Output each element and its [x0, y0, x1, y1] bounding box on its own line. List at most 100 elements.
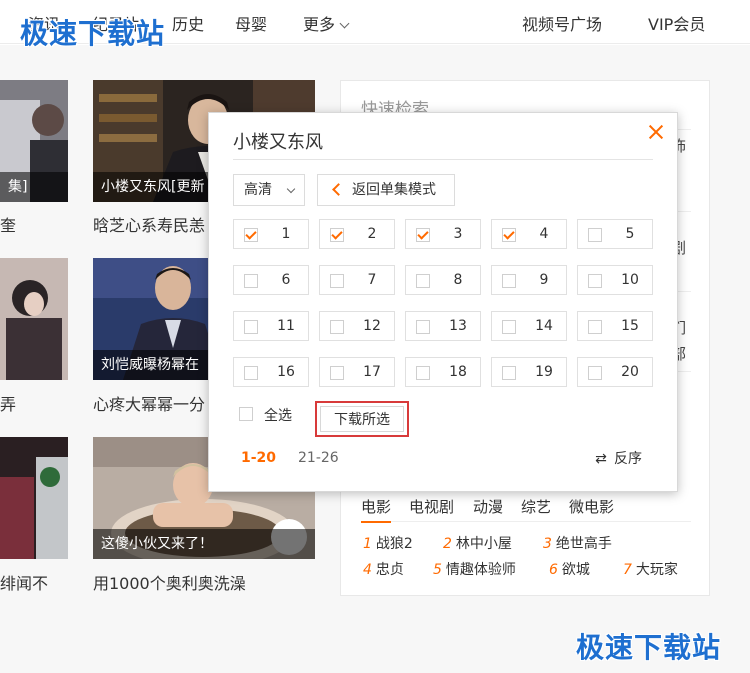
- episode-checkbox[interactable]: [330, 274, 344, 288]
- nav-item-vip[interactable]: VIP会员: [648, 11, 705, 35]
- episode-item[interactable]: 13: [405, 311, 481, 341]
- video-title-2[interactable]: 心疼大幂幂一分: [93, 391, 211, 415]
- episode-item[interactable]: 11: [233, 311, 309, 341]
- tab-variety[interactable]: 综艺: [521, 496, 551, 517]
- episode-checkbox[interactable]: [502, 320, 516, 334]
- episode-number: 13: [449, 318, 467, 334]
- ranking-tabs: 电影 电视剧 动漫 综艺 微电影: [361, 494, 691, 523]
- episode-number: 8: [453, 272, 463, 288]
- left-thumb-1[interactable]: 集]: [0, 80, 68, 202]
- left-thumb-2[interactable]: [0, 258, 68, 380]
- episode-item[interactable]: 6: [233, 265, 309, 295]
- episode-item[interactable]: 12: [319, 311, 395, 341]
- download-selected-button[interactable]: 下载所选: [315, 401, 409, 437]
- episode-checkbox[interactable]: [416, 320, 430, 334]
- episode-item[interactable]: 5: [577, 219, 653, 249]
- episode-checkbox[interactable]: [502, 274, 516, 288]
- episode-item[interactable]: 7: [319, 265, 395, 295]
- episode-checkbox[interactable]: [244, 228, 258, 242]
- rank-item[interactable]: 3 绝世高手: [543, 533, 612, 553]
- episode-item[interactable]: 18: [405, 357, 481, 387]
- episode-item[interactable]: 3: [405, 219, 481, 249]
- episode-checkbox[interactable]: [416, 366, 430, 380]
- episode-checkbox[interactable]: [244, 274, 258, 288]
- episode-checkbox[interactable]: [502, 366, 516, 380]
- chevron-down-icon: [339, 18, 350, 29]
- episode-checkbox[interactable]: [416, 228, 430, 242]
- back-button-label: 返回单集模式: [352, 182, 436, 198]
- nav-item-video-plaza[interactable]: 视频号广场: [522, 11, 602, 35]
- episode-item[interactable]: 19: [491, 357, 567, 387]
- episode-number: 9: [539, 272, 549, 288]
- episode-item[interactable]: 1: [233, 219, 309, 249]
- watermark-logo: 极速下载站: [20, 17, 166, 50]
- video-title-1[interactable]: 晗芝心系寿民恙: [93, 212, 211, 236]
- tab-tv-series[interactable]: 电视剧: [409, 496, 454, 517]
- episode-checkbox[interactable]: [502, 228, 516, 242]
- episode-number: 16: [277, 364, 295, 380]
- episode-item[interactable]: 17: [319, 357, 395, 387]
- episode-checkbox[interactable]: [588, 366, 602, 380]
- download-selected-label: 下载所选: [320, 406, 404, 432]
- nav-item-parenting[interactable]: 母婴: [235, 11, 267, 35]
- left-thumb-1-caption: 集]: [0, 172, 68, 202]
- left-title-2[interactable]: 弄: [0, 391, 68, 415]
- video-title-3[interactable]: 用1000个奥利奥洗澡: [93, 570, 315, 594]
- episode-number: 11: [277, 318, 295, 334]
- rank-item[interactable]: 6 欲城: [549, 559, 590, 579]
- left-title-1[interactable]: 奎: [0, 212, 68, 236]
- tab-anime[interactable]: 动漫: [473, 496, 503, 517]
- chevron-down-icon: [286, 184, 296, 194]
- episode-item[interactable]: 10: [577, 265, 653, 295]
- rank-item[interactable]: 7 大玩家: [623, 559, 678, 579]
- episode-item[interactable]: 4: [491, 219, 567, 249]
- episode-number: 2: [367, 226, 377, 242]
- episode-number: 20: [621, 364, 639, 380]
- episode-item[interactable]: 8: [405, 265, 481, 295]
- episode-number: 3: [453, 226, 463, 242]
- episode-number: 15: [621, 318, 639, 334]
- episode-number: 6: [281, 272, 291, 288]
- episode-number: 14: [535, 318, 553, 334]
- page-range-1-20[interactable]: 1-20: [241, 450, 276, 466]
- episode-item[interactable]: 15: [577, 311, 653, 341]
- episode-number: 4: [539, 226, 549, 242]
- tab-movie[interactable]: 电影: [361, 496, 392, 523]
- tab-micro-film[interactable]: 微电影: [569, 496, 614, 517]
- rank-item[interactable]: 5 情趣体验师: [433, 559, 516, 579]
- rank-item[interactable]: 4 忠贞: [363, 559, 404, 579]
- episode-item[interactable]: 9: [491, 265, 567, 295]
- watermark-logo: 极速下载站: [576, 631, 722, 664]
- quality-select[interactable]: 高清: [233, 174, 305, 206]
- select-all-checkbox[interactable]: [239, 407, 253, 421]
- left-title-3[interactable]: 绯闻不: [0, 570, 68, 594]
- batch-download-dialog: 小楼又东风 高清 返回单集模式 1 2 3 4 5 6 7 8 9 10 11 12 13 14 15 16 1…: [208, 112, 678, 492]
- episode-checkbox[interactable]: [588, 228, 602, 242]
- rank-item[interactable]: 2 林中小屋: [443, 533, 512, 553]
- left-thumb-2-image: [0, 258, 68, 380]
- episode-item[interactable]: 16: [233, 357, 309, 387]
- episode-checkbox[interactable]: [588, 274, 602, 288]
- reverse-order-button[interactable]: ⇄ 反序: [594, 448, 642, 468]
- episode-checkbox[interactable]: [330, 366, 344, 380]
- video-thumb-3-caption: 这傻小伙又来了！: [93, 529, 315, 559]
- nav-item-more[interactable]: 更多: [303, 11, 350, 35]
- episode-checkbox[interactable]: [244, 366, 258, 380]
- episode-item[interactable]: 20: [577, 357, 653, 387]
- episode-item[interactable]: 14: [491, 311, 567, 341]
- nav-item-history[interactable]: 历史: [172, 11, 204, 35]
- episode-checkbox[interactable]: [244, 320, 258, 334]
- close-icon[interactable]: [647, 123, 665, 141]
- episode-checkbox[interactable]: [416, 274, 430, 288]
- left-thumb-3[interactable]: [0, 437, 68, 559]
- episode-item[interactable]: 2: [319, 219, 395, 249]
- episode-checkbox[interactable]: [330, 320, 344, 334]
- episode-checkbox[interactable]: [330, 228, 344, 242]
- episode-number: 12: [363, 318, 381, 334]
- back-to-single-mode-button[interactable]: 返回单集模式: [317, 174, 455, 206]
- episode-checkbox[interactable]: [588, 320, 602, 334]
- episode-number: 17: [363, 364, 381, 380]
- page-range-21-26[interactable]: 21-26: [298, 450, 339, 466]
- rank-item[interactable]: 1 战狼2: [363, 533, 413, 553]
- episode-number: 18: [449, 364, 467, 380]
